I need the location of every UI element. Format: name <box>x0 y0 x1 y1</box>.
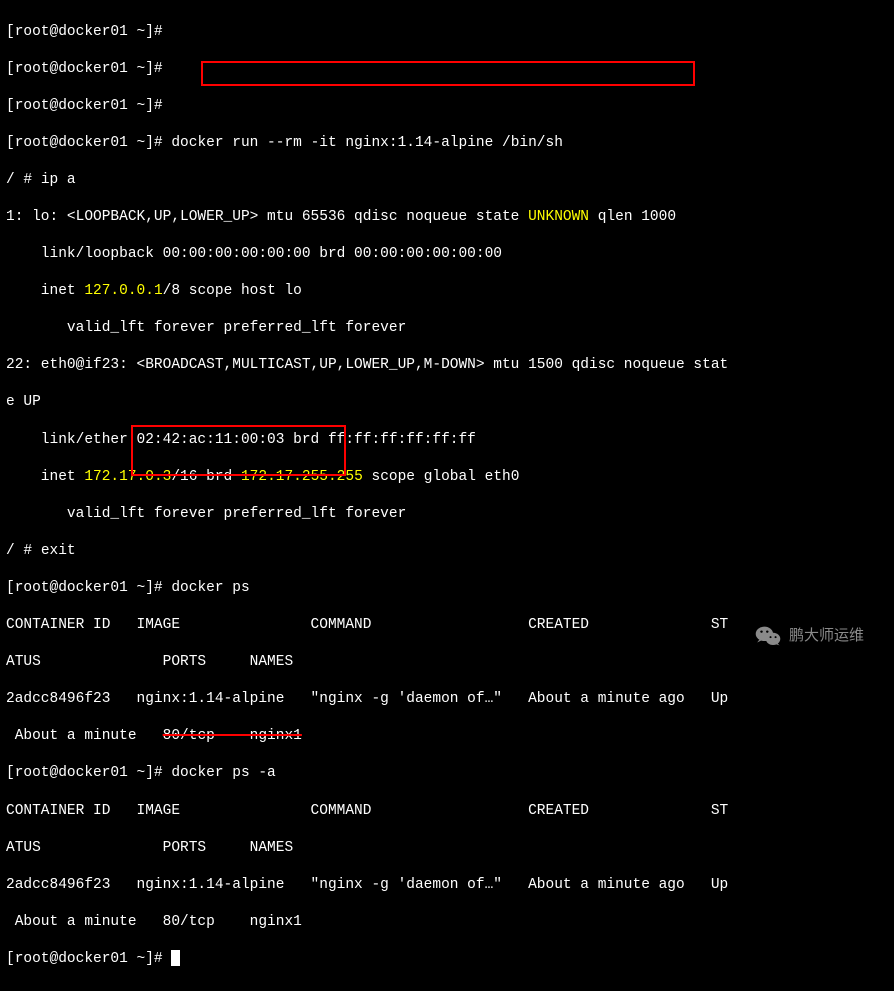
cursor <box>171 950 180 966</box>
prompt: [root@docker01 ~]# <box>6 98 163 114</box>
watermark-text: 鹏大师运维 <box>789 626 864 645</box>
docker-ps-cmd: docker ps <box>171 580 249 596</box>
prompt: [root@docker01 ~]# <box>6 24 163 40</box>
eth-ip: 172.17.0.3 <box>84 469 171 485</box>
docker-run-cmd: docker run --rm -it nginx:1.14-alpine /b… <box>171 135 563 151</box>
prompt: [root@docker01 ~]# <box>6 135 163 151</box>
table-header: ATUS PORTS NAMES <box>6 653 888 672</box>
eth-link: link/ether 02:42:ac:11:00:03 brd ff:ff:f… <box>6 431 888 450</box>
eth-valid: valid_lft forever preferred_lft forever <box>6 505 888 524</box>
struck-text: 80/tcp nginx1 <box>163 728 302 744</box>
eth-interface: 22: eth0@if23: <BROADCAST,MULTICAST,UP,L… <box>6 356 888 375</box>
prompt: [root@docker01 ~]# <box>6 61 163 77</box>
lo-ip: 127.0.0.1 <box>84 283 162 299</box>
prompt: [root@docker01 ~]# <box>6 951 163 967</box>
sh-prompt: / # <box>6 543 32 559</box>
wechat-icon <box>755 625 781 647</box>
lo-link: link/loopback 00:00:00:00:00:00 brd 00:0… <box>6 245 888 264</box>
sh-prompt: / # <box>6 172 32 188</box>
lo-valid: valid_lft forever preferred_lft forever <box>6 319 888 338</box>
table-row: About a minute 80/tcp nginx1 <box>6 913 888 932</box>
table-row: 2adcc8496f23 nginx:1.14-alpine "nginx -g… <box>6 690 888 709</box>
table-header: CONTAINER ID IMAGE COMMAND CREATED ST <box>6 802 888 821</box>
ipa-cmd: ip a <box>41 172 76 188</box>
watermark: 鹏大师运维 <box>755 625 864 647</box>
state-unknown: UNKNOWN <box>528 209 589 225</box>
docker-ps-a-cmd: docker ps -a <box>171 765 275 781</box>
table-row: 2adcc8496f23 nginx:1.14-alpine "nginx -g… <box>6 876 888 895</box>
table-header: ATUS PORTS NAMES <box>6 839 888 858</box>
lo-interface: 1: lo: <LOOPBACK,UP,LOWER_UP> mtu 65536 … <box>6 209 528 225</box>
exit-cmd: exit <box>41 543 76 559</box>
terminal-output[interactable]: [root@docker01 ~]# [root@docker01 ~]# [r… <box>0 0 894 991</box>
prompt: [root@docker01 ~]# <box>6 580 163 596</box>
eth-brd: 172.17.255.255 <box>241 469 363 485</box>
prompt: [root@docker01 ~]# <box>6 765 163 781</box>
